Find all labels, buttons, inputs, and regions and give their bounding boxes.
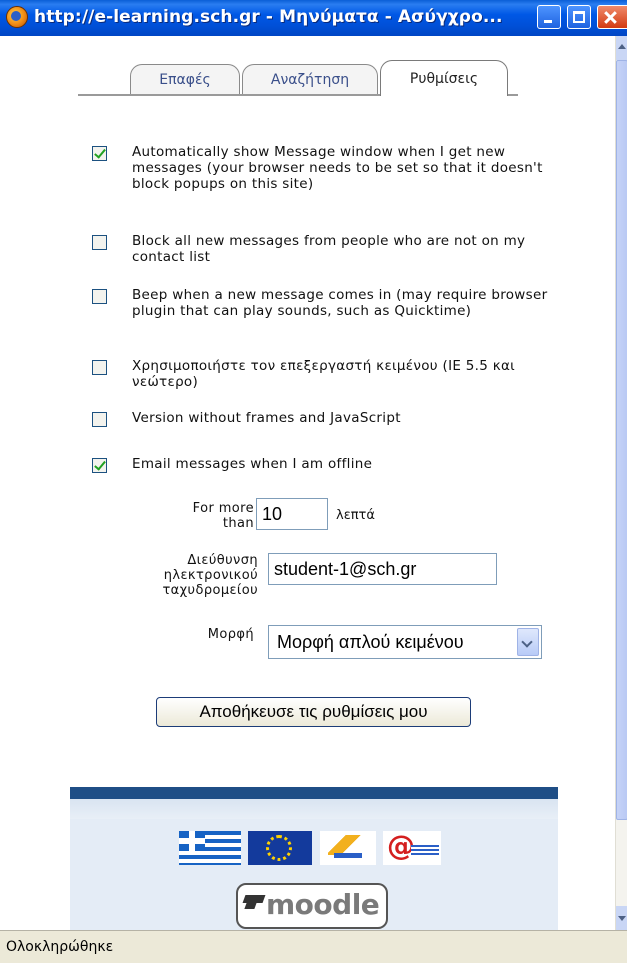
text-editor-checkbox[interactable] <box>92 360 107 375</box>
scroll-thumb[interactable] <box>616 60 627 820</box>
scroll-up-arrow-icon[interactable] <box>616 36 627 60</box>
minutes-unit: λεπτά <box>336 508 375 523</box>
option-label: Automatically show Message window when I… <box>132 144 543 192</box>
tab-bar: Επαφές Αναζήτηση Ρυθμίσεις <box>78 60 518 96</box>
more-than-label: For more than <box>192 501 254 531</box>
footer-band-light <box>70 799 558 819</box>
email-address-input[interactable]: student-1@sch.gr <box>268 553 497 585</box>
minutes-input[interactable]: 10 <box>256 498 328 530</box>
auto-show-checkbox[interactable] <box>92 146 107 161</box>
block-messages-checkbox[interactable] <box>92 235 107 250</box>
window-title: http://e-learning.sch.gr - Μηνύματα - Ασ… <box>34 7 503 27</box>
greek-flag-logo[interactable] <box>179 831 241 865</box>
footer: @ moodle <box>70 787 558 930</box>
format-label: Μορφή <box>207 627 254 642</box>
format-select-value: Μορφή απλού κειμένου <box>277 632 464 652</box>
email-address-label: Διεύθυνση ηλεκτρονικού ταχυδρομείου <box>162 553 258 598</box>
scroll-down-arrow-icon[interactable] <box>616 906 627 930</box>
minimize-button[interactable] <box>537 5 561 29</box>
beep-checkbox[interactable] <box>92 289 107 304</box>
option-label: Block all new messages from people who a… <box>132 233 526 265</box>
moodle-logo[interactable]: moodle <box>236 883 388 929</box>
option-label: Version without frames and JavaScript <box>132 410 401 426</box>
format-select[interactable]: Μορφή απλού κειμένου <box>268 625 542 659</box>
window-titlebar: http://e-learning.sch.gr - Μηνύματα - Ασ… <box>0 0 627 36</box>
tab-search[interactable]: Αναζήτηση <box>242 64 378 94</box>
email-offline-checkbox[interactable] <box>92 458 107 473</box>
ktp-logo[interactable] <box>320 831 376 865</box>
tab-contacts[interactable]: Επαφές <box>130 64 240 94</box>
mortarboard-icon <box>242 895 266 903</box>
footer-band <box>70 787 558 799</box>
maximize-button[interactable] <box>567 5 591 29</box>
sch-network-logo[interactable]: @ <box>383 829 441 865</box>
tab-settings[interactable]: Ρυθμίσεις <box>380 60 508 96</box>
option-label: Email messages when I am offline <box>132 456 373 472</box>
close-button[interactable] <box>597 5 627 29</box>
status-bar: Ολοκληρώθηκε <box>0 930 627 963</box>
eu-flag-logo[interactable] <box>248 831 312 865</box>
firefox-icon <box>6 6 28 28</box>
vertical-scrollbar[interactable] <box>615 36 627 930</box>
option-label: Χρησιμοποιήστε τον επεξεργαστή κειμένου … <box>132 358 516 390</box>
moodle-logo-text: moodle <box>266 888 380 921</box>
option-label: Beep when a new message comes in (may re… <box>132 287 548 319</box>
status-text: Ολοκληρώθηκε <box>6 939 114 955</box>
chevron-down-icon[interactable] <box>517 628 539 656</box>
save-settings-button[interactable]: Αποθήκευσε τις ρυθμίσεις μου <box>156 697 471 727</box>
no-frames-checkbox[interactable] <box>92 412 107 427</box>
